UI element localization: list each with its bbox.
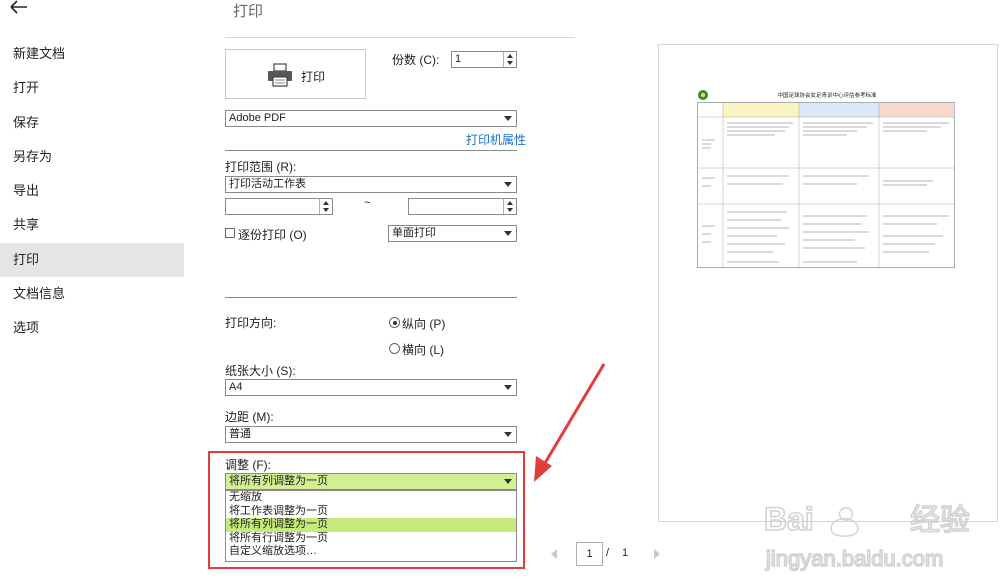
copies-spin-buttons[interactable] [503,52,516,67]
printer-properties-link[interactable]: 打印机属性 [466,131,526,148]
chevron-down-icon [504,116,512,121]
portrait-radio[interactable] [389,317,400,328]
chevron-down-icon [504,385,512,390]
baidu-jingyan-watermark-icon: Bai 经验 jingyan.baidu.com [763,500,971,572]
copies-stepper[interactable]: 1 [451,51,517,68]
section-divider [225,150,517,151]
portrait-label: 纵向 (P) [402,317,446,331]
section-divider [225,297,517,298]
sidebar-item-doc-info[interactable]: 文档信息 [0,277,184,311]
range-from-spin-buttons[interactable] [319,199,332,214]
print-range-value: 打印活动工作表 [229,178,306,190]
range-separator: ~ [364,197,371,209]
range-to-stepper[interactable] [408,198,517,215]
paper-size-label: 纸张大小 (S): [225,364,296,378]
page-separator: / [606,547,610,559]
annotation-highlight-box [208,451,525,569]
margins-label: 边距 (M): [225,410,274,424]
watermark-url: jingyan.baidu.com [765,546,943,571]
sides-select[interactable]: 单面打印 [388,225,517,242]
total-pages: 1 [622,547,629,559]
range-to-spin-buttons[interactable] [503,199,516,214]
prev-page-icon[interactable] [551,549,557,559]
sidebar-item-new[interactable]: 新建文档 [0,37,184,71]
paper-size-value: A4 [229,381,243,393]
margins-select[interactable]: 普通 [225,426,517,443]
preview-page-thumbnail: 中国足球协会女足青训中心评估参考标准 [697,90,955,268]
chevron-down-icon [504,432,512,437]
nav-list: 新建文档 打开 保存 另存为 导出 共享 打印 文档信息 选项 [0,37,184,346]
landscape-radio[interactable] [389,343,400,354]
sidebar-item-share[interactable]: 共享 [0,208,184,242]
collate-label: 逐份打印 (O) [238,228,307,242]
print-button[interactable]: 打印 [225,49,366,99]
range-from-stepper[interactable] [225,198,333,215]
annotation-arrow-icon [534,363,606,482]
back-arrow-icon[interactable] [10,0,34,20]
printer-select[interactable]: Adobe PDF [225,110,517,127]
sidebar-item-open[interactable]: 打开 [0,71,184,105]
sidebar-item-save-as[interactable]: 另存为 [0,140,184,174]
chevron-down-icon [504,231,512,236]
sidebar-item-save[interactable]: 保存 [0,106,184,140]
sides-value: 单面打印 [392,227,436,239]
copies-value: 1 [455,53,462,65]
watermark-brand: Bai [764,501,814,537]
page-title: 打印 [233,3,264,20]
print-button-label: 打印 [301,70,326,84]
next-page-icon[interactable] [654,549,660,559]
orientation-label: 打印方向: [225,316,277,330]
print-range-label: 打印范围 (R): [225,160,297,174]
watermark-brand-cn: 经验 [910,503,970,538]
printer-icon [268,63,292,87]
print-range-select[interactable]: 打印活动工作表 [225,176,517,193]
chevron-down-icon [504,182,512,187]
collate-checkbox[interactable] [225,228,235,238]
printer-name: Adobe PDF [229,112,286,124]
sidebar-item-print[interactable]: 打印 [0,242,184,278]
header-divider [225,37,575,38]
sidebar-item-options[interactable]: 选项 [0,311,184,345]
copies-label: 份数 (C): [392,53,440,67]
landscape-label: 横向 (L) [402,343,445,357]
sidebar: 新建文档 打开 保存 另存为 导出 共享 打印 文档信息 选项 [0,0,184,580]
margins-value: 普通 [229,428,251,440]
paper-size-select[interactable]: A4 [225,379,517,396]
sidebar-item-export[interactable]: 导出 [0,174,184,208]
preview-doc-title: 中国足球协会女足青训中心评估参考标准 [777,91,877,99]
page-number-input[interactable]: 1 [576,542,603,566]
